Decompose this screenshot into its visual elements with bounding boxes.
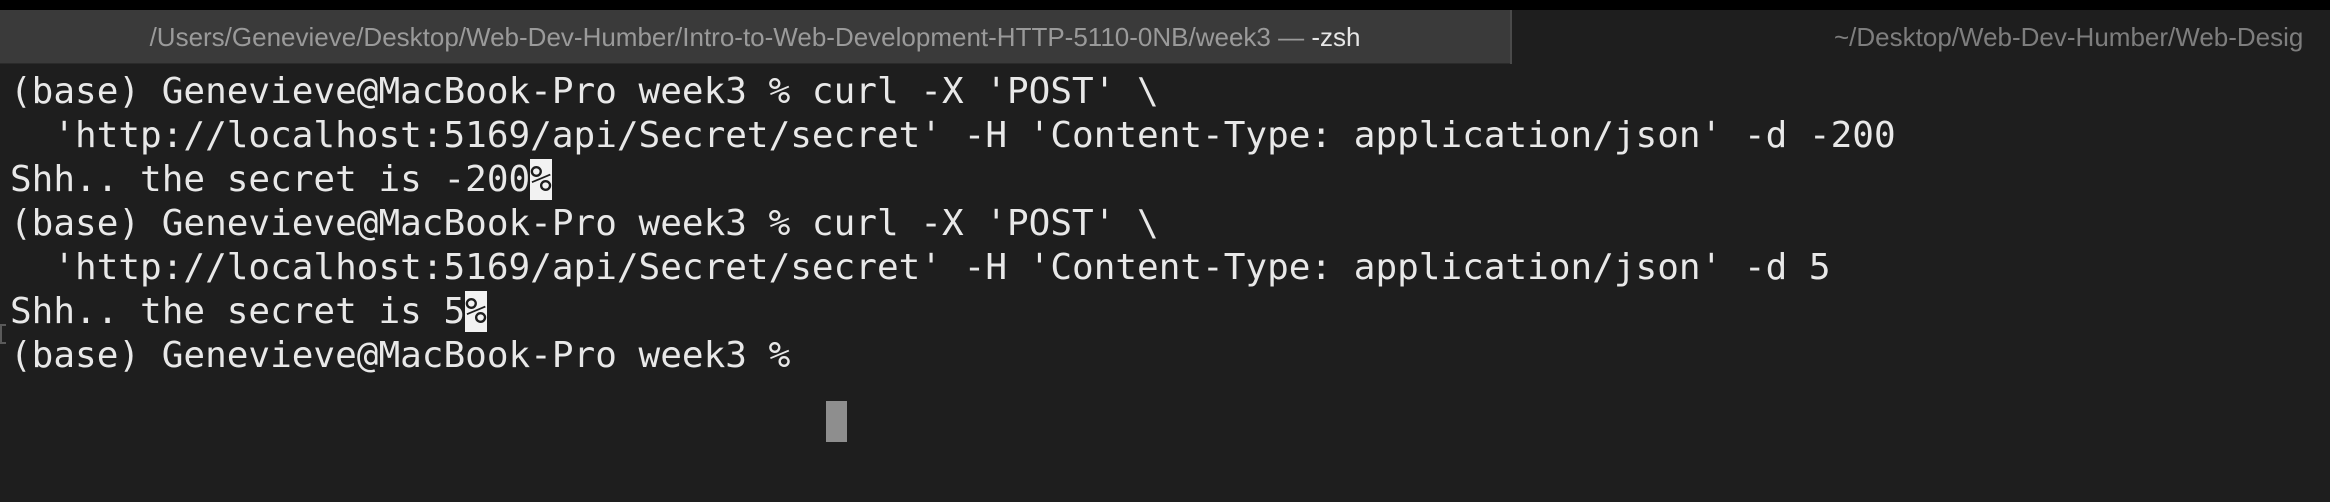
mark-bracket-icon	[0, 324, 6, 344]
no-newline-marker: %	[530, 159, 552, 200]
terminal-line: (base) Genevieve@MacBook-Pro week3 % cur…	[10, 71, 1159, 112]
no-newline-marker: %	[465, 291, 487, 332]
terminal-output-line: Shh.. the secret is 5%	[10, 290, 487, 334]
tab-week3-zsh[interactable]: /Users/Genevieve/Desktop/Web-Dev-Humber/…	[0, 10, 1510, 64]
terminal-prompt: (base) Genevieve@MacBook-Pro week3 %	[10, 335, 812, 376]
tab-title: /Users/Genevieve/Desktop/Web-Dev-Humber/…	[149, 22, 1312, 52]
terminal-output-line: Shh.. the secret is -200%	[10, 158, 552, 202]
terminal-cursor	[826, 401, 847, 442]
terminal-line: 'http://localhost:5169/api/Secret/secret…	[10, 247, 1831, 288]
tab-web-design[interactable]: ~/Desktop/Web-Dev-Humber/Web-Desig	[1510, 10, 2330, 64]
output-text: Shh.. the secret is -200	[10, 159, 531, 200]
output-text: Shh.. the secret is 5	[10, 291, 466, 332]
terminal-line: 'http://localhost:5169/api/Secret/secret…	[10, 115, 1896, 156]
terminal-line: (base) Genevieve@MacBook-Pro week3 % cur…	[10, 203, 1159, 244]
tab-shell-name: -zsh	[1311, 22, 1361, 52]
tab-title: ~/Desktop/Web-Dev-Humber/Web-Desig	[1834, 22, 2304, 52]
terminal-output[interactable]: (base) Genevieve@MacBook-Pro week3 % cur…	[0, 70, 2330, 502]
title-bar	[0, 0, 2330, 10]
